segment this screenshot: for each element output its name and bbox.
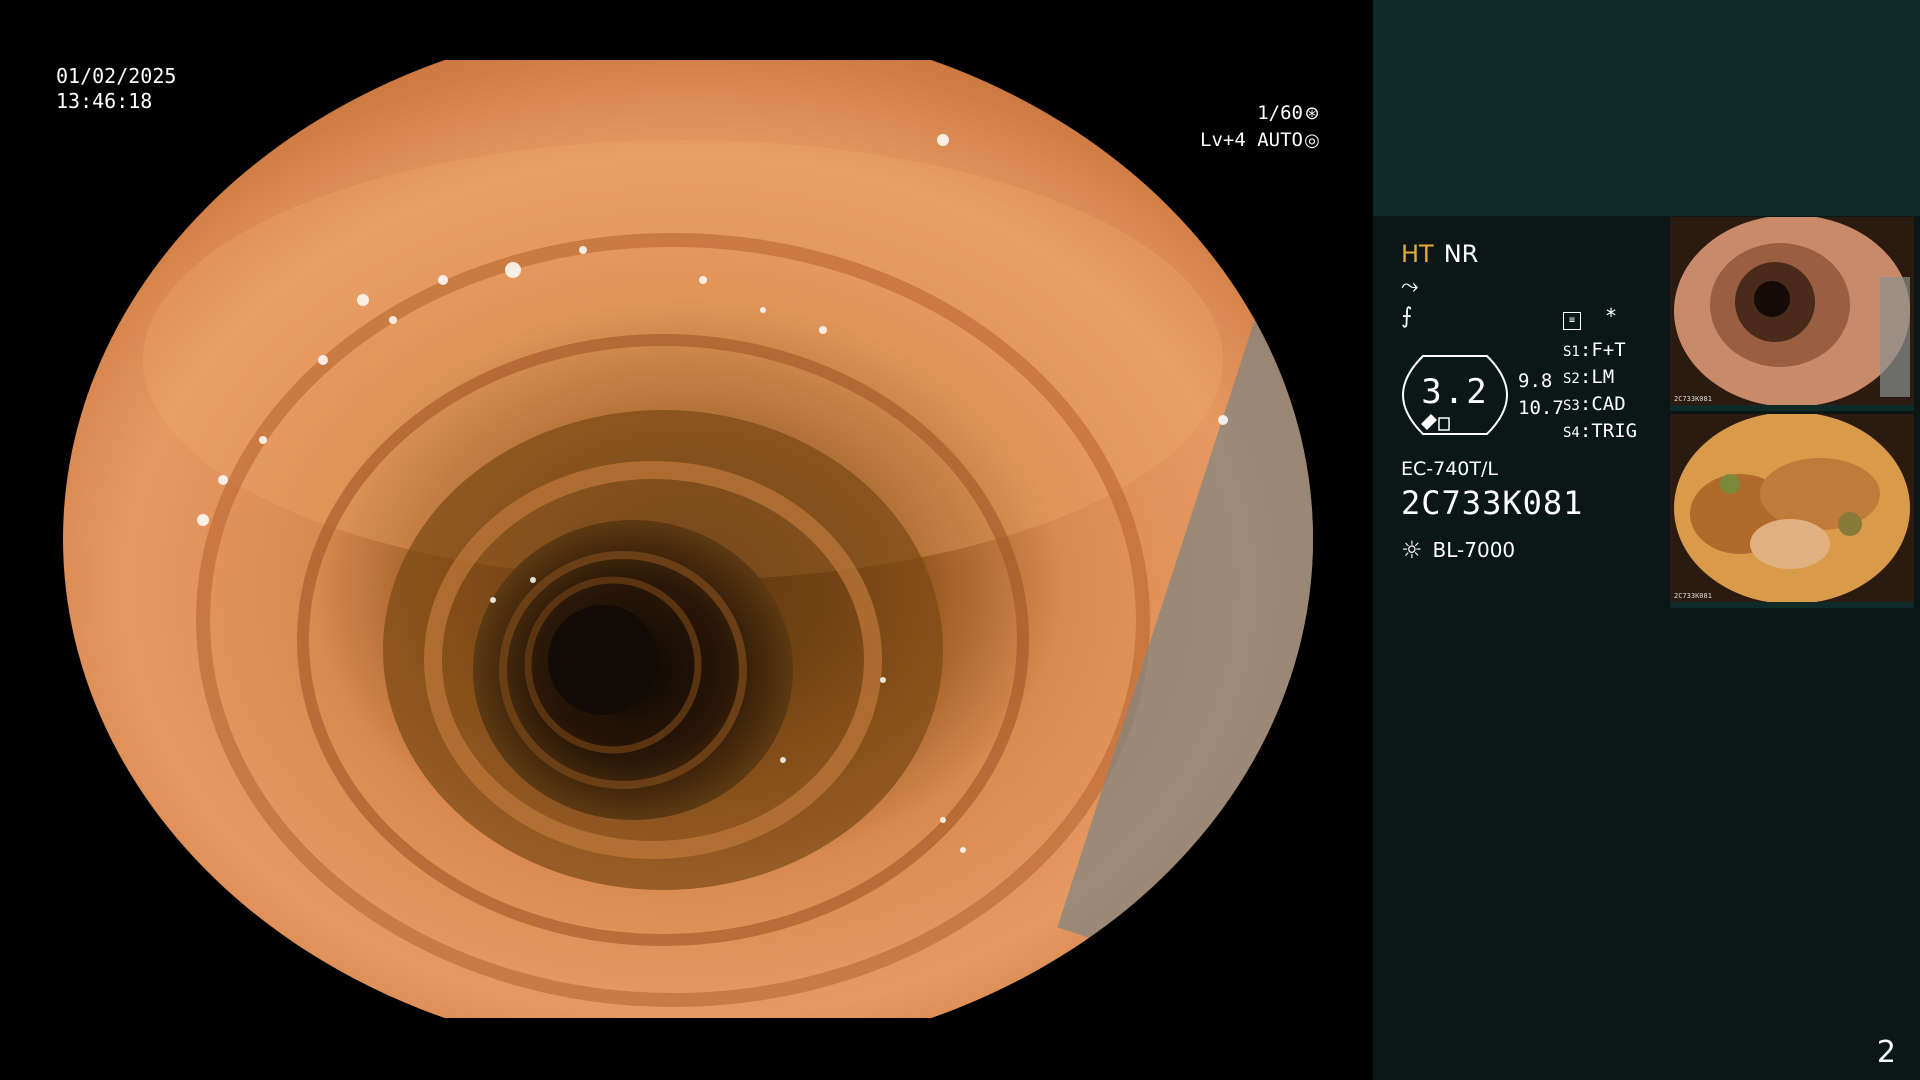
switch-area: ≡ * S1:F+T S2:LM S3:CAD S4:TRIG — [1563, 304, 1637, 446]
page-number: 2 — [1876, 1035, 1896, 1070]
date-time-readout: 01/02/2025 13:46:18 — [56, 64, 176, 114]
gauge-readouts: 9.8 10.7 — [1518, 368, 1564, 422]
switch-item: S1:F+T — [1563, 339, 1626, 361]
side-panel-header — [1373, 0, 1920, 216]
gauge-value: 3.2 — [1421, 372, 1489, 412]
time-text: 13:46:18 — [56, 89, 153, 113]
switch-item: S3:CAD — [1563, 393, 1626, 415]
asterisk-text: * — [1605, 304, 1618, 328]
exposure-readout: 1/60⊛ Lv+4 AUTO◎ — [1200, 100, 1321, 154]
nr-label: NR — [1443, 240, 1479, 268]
endoscope-image — [63, 60, 1313, 1018]
shutter-speed-text: 1/60 — [1257, 102, 1303, 124]
thumbnail-2-caption: 2C733K081 — [1674, 592, 1712, 600]
thumbnail-2[interactable]: 2C733K081 — [1670, 414, 1914, 608]
sun-icon: ☼ — [1401, 536, 1423, 564]
light-source: ☼ BL-7000 — [1401, 536, 1671, 564]
value-bottom: 10.7 — [1518, 397, 1564, 419]
switch-list: S1:F+T S2:LM S3:CAD S4:TRIG — [1563, 338, 1637, 446]
mode-indicator: HT NR — [1401, 240, 1671, 268]
menu-icon: ≡ — [1563, 312, 1581, 330]
thumbnail-2-image — [1670, 414, 1914, 602]
scope-serial: 2C733K081 — [1401, 484, 1584, 522]
scope-model: EC-740T/L — [1401, 458, 1498, 480]
value-top: 9.8 — [1518, 370, 1553, 392]
thumbnail-1-image — [1670, 217, 1914, 405]
thumbnail-1-caption: 2C733K081 — [1674, 395, 1712, 403]
aperture-icon: ⊛ — [1304, 103, 1320, 124]
level-text: Lv+4 AUTO — [1200, 129, 1303, 151]
light-source-text: BL-7000 — [1432, 538, 1516, 562]
ht-label: HT — [1401, 240, 1434, 268]
contrast-curve-icon: ⤳ — [1401, 274, 1419, 299]
date-text: 01/02/2025 — [56, 64, 177, 88]
iris-icon: ◎ — [1304, 130, 1320, 151]
thumbnail-1[interactable]: 2C733K081 — [1670, 217, 1914, 411]
endoscope-viewport: 01/02/2025 13:46:18 1/60⊛ Lv+4 AUTO◎ — [0, 0, 1373, 1080]
switch-item: S2:LM — [1563, 366, 1615, 388]
switch-item: S4:TRIG — [1563, 420, 1638, 442]
